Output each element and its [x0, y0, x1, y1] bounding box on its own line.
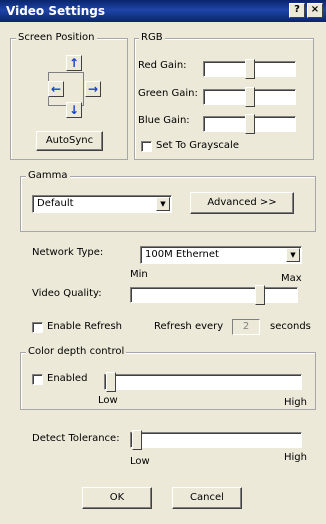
chevron-down-icon[interactable]: ▼ — [156, 197, 170, 211]
title-bar[interactable]: Video Settings ? × — [0, 0, 326, 22]
chevron-down-icon[interactable]: ▼ — [286, 248, 300, 262]
rgb-legend: RGB — [139, 32, 165, 43]
grayscale-checkbox[interactable] — [141, 141, 152, 152]
red-gain-slider-thumb[interactable] — [244, 59, 255, 79]
blue-gain-label: Blue Gain: — [138, 115, 190, 126]
video-quality-slider-track[interactable] — [130, 287, 298, 303]
move-down-button[interactable]: ↓ — [66, 102, 82, 118]
detect-tolerance-high-label: High — [284, 452, 307, 463]
video-quality-max-label: Max — [281, 273, 302, 284]
move-left-button[interactable]: ← — [48, 81, 64, 97]
video-quality-slider-thumb[interactable] — [255, 285, 266, 305]
gamma-select-value: Default — [37, 198, 74, 209]
move-up-button[interactable]: ↑ — [66, 55, 82, 71]
move-right-button[interactable]: → — [85, 81, 101, 97]
network-type-select-value: 100M Ethernet — [145, 249, 219, 260]
refresh-interval-input[interactable]: 2 — [232, 319, 260, 335]
color-depth-enabled-label: Enabled — [47, 373, 88, 384]
arrow-up-icon: ↑ — [68, 56, 80, 70]
gamma-legend: Gamma — [26, 170, 70, 181]
color-depth-enabled-checkbox[interactable] — [32, 374, 43, 385]
blue-gain-slider-thumb[interactable] — [244, 114, 255, 134]
arrow-down-icon: ↓ — [68, 103, 80, 117]
color-depth-slider-track[interactable] — [104, 374, 302, 390]
refresh-every-label: Refresh every — [154, 321, 224, 332]
detect-tolerance-low-label: Low — [130, 456, 150, 467]
color-depth-low-label: Low — [98, 395, 118, 406]
cancel-button[interactable]: Cancel — [172, 487, 242, 509]
help-icon[interactable]: ? — [289, 3, 305, 18]
refresh-seconds-label: seconds — [270, 321, 311, 332]
video-quality-label: Video Quality: — [32, 288, 102, 299]
color-depth-high-label: High — [284, 397, 307, 408]
close-icon[interactable]: × — [307, 3, 323, 18]
gamma-select[interactable]: Default ▼ — [32, 195, 172, 213]
grayscale-label: Set To Grayscale — [156, 140, 239, 151]
advanced-button[interactable]: Advanced >> — [190, 192, 294, 214]
autosync-button[interactable]: AutoSync — [36, 131, 103, 151]
enable-refresh-checkbox[interactable] — [32, 322, 43, 333]
color-depth-legend: Color depth control — [26, 346, 127, 357]
green-gain-label: Green Gain: — [138, 88, 198, 99]
enable-refresh-label: Enable Refresh — [47, 321, 123, 332]
window-title: Video Settings — [6, 4, 105, 18]
screen-position-legend: Screen Position — [16, 32, 97, 43]
detect-tolerance-slider-thumb[interactable] — [132, 430, 142, 450]
green-gain-slider-thumb[interactable] — [244, 87, 255, 107]
detect-tolerance-label: Detect Tolerance: — [32, 433, 120, 444]
red-gain-label: Red Gain: — [138, 60, 187, 71]
arrow-right-icon: → — [87, 82, 99, 96]
color-depth-slider-thumb[interactable] — [106, 372, 116, 392]
detect-tolerance-slider-track[interactable] — [130, 432, 302, 448]
network-type-select[interactable]: 100M Ethernet ▼ — [140, 246, 302, 264]
network-type-label: Network Type: — [32, 247, 104, 258]
ok-button[interactable]: OK — [82, 487, 152, 509]
arrow-left-icon: ← — [50, 82, 62, 96]
video-quality-min-label: Min — [130, 269, 148, 280]
